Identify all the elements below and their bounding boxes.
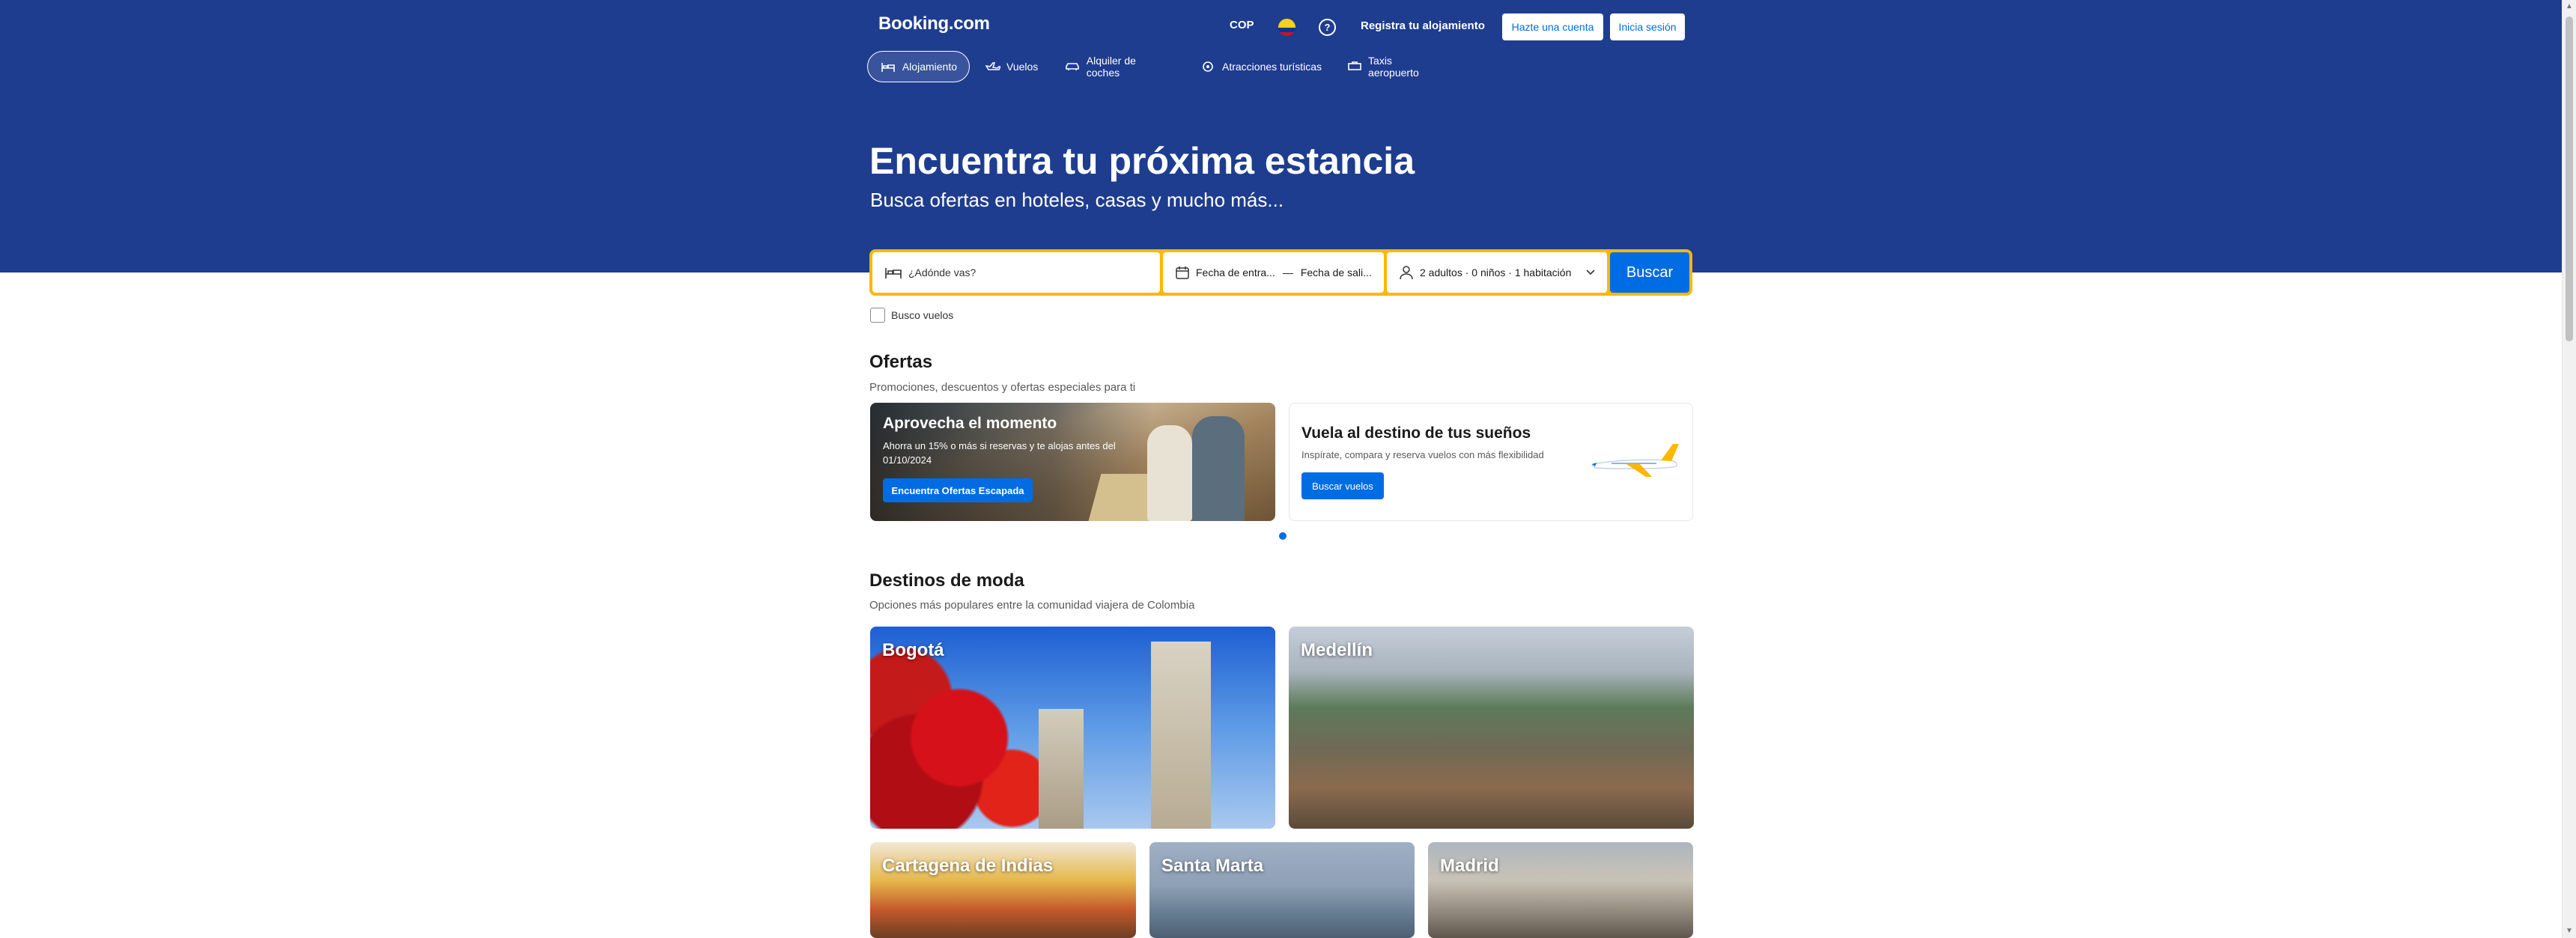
person-image [1192, 416, 1245, 521]
taxi-icon [1346, 60, 1362, 73]
tab-label: Alquiler de coches [1086, 55, 1136, 79]
help-icon[interactable]: ? [1319, 19, 1336, 36]
date-separator: — [1282, 267, 1293, 278]
page-scrollbar[interactable]: ▲ ▼ [2562, 0, 2576, 938]
search-flights-button[interactable]: Buscar vuelos [1301, 472, 1384, 499]
scroll-down-icon[interactable]: ▼ [2563, 925, 2576, 938]
carousel-dot[interactable] [1279, 532, 1287, 540]
offer-card-flights[interactable]: Vuela al destino de tus sueños Inspírate… [1289, 403, 1693, 521]
destination-name: Medellín [1301, 640, 1373, 660]
colombia-flag-icon[interactable] [1278, 19, 1295, 36]
tab-label: Alojamiento [902, 61, 957, 73]
destination-card-medellin[interactable]: Medellín [1289, 627, 1694, 829]
offer-text: Inspírate, compara y reserva vuelos con … [1301, 449, 1544, 460]
calendar-icon [1175, 265, 1190, 280]
tab-label: Vuelos [1006, 61, 1039, 73]
tab-flights[interactable]: Vuelos [973, 51, 1048, 82]
checkin-date[interactable]: Fecha de entra... [1196, 267, 1275, 278]
trending-title: Destinos de moda [869, 570, 1024, 591]
guests-summary: 2 adultos · 0 niños · 1 habitación [1420, 267, 1572, 278]
flights-checkbox[interactable]: Busco vuelos [870, 308, 953, 323]
trending-subtitle: Opciones más populares entre la comunida… [869, 599, 1195, 612]
find-getaway-deals-button[interactable]: Encuentra Ofertas Escapada [883, 478, 1033, 502]
checkbox-box[interactable] [870, 308, 885, 323]
dates-field[interactable]: Fecha de entra... — Fecha de sali... [1163, 252, 1384, 293]
plane-icon [985, 60, 1000, 73]
flights-checkbox-label: Busco vuelos [891, 309, 954, 321]
tab-airport-taxis[interactable]: Taxis aeropuerto [1334, 51, 1454, 82]
offer-text: Ahorra un 15% o más si reservas y te alo… [883, 440, 1116, 466]
destination-card-bogota[interactable]: Bogotá [870, 627, 1275, 829]
tab-label: Taxis aeropuerto [1368, 55, 1419, 79]
person-image [1147, 425, 1192, 521]
search-bar: ¿Adónde vas? Fecha de entra... — Fecha d… [869, 249, 1692, 296]
tab-label: Atracciones turísticas [1222, 61, 1322, 73]
church-image [1039, 709, 1084, 829]
airplane-illustration-icon [1591, 444, 1679, 477]
chevron-down-icon [1586, 269, 1595, 275]
offer-title: Vuela al destino de tus sueños [1301, 424, 1531, 442]
car-icon [1064, 60, 1081, 73]
tab-attractions[interactable]: Atracciones turísticas [1188, 51, 1337, 82]
person-icon [1399, 265, 1414, 280]
destination-field[interactable]: ¿Adónde vas? [872, 252, 1160, 293]
bed-icon [880, 60, 896, 73]
destination-card-santa-marta[interactable]: Santa Marta [1149, 842, 1415, 938]
guests-field[interactable]: 2 adultos · 0 niños · 1 habitación [1387, 252, 1607, 293]
tab-accommodation[interactable]: Alojamiento [867, 51, 970, 82]
scroll-up-icon[interactable]: ▲ [2563, 0, 2576, 13]
search-button[interactable]: Buscar [1610, 252, 1689, 293]
destination-name: Bogotá [882, 640, 944, 660]
destination-card-madrid[interactable]: Madrid [1428, 842, 1693, 938]
destination-name: Santa Marta [1161, 856, 1264, 876]
booking-logo[interactable]: Booking.com [878, 13, 990, 34]
scrollbar-thumb[interactable] [2566, 16, 2573, 341]
currency-selector[interactable]: COP [1230, 19, 1254, 31]
tab-car-rental[interactable]: Alquiler de coches [1052, 51, 1183, 82]
offers-subtitle: Promociones, descuentos y ofertas especi… [869, 381, 1136, 394]
offer-card-getaway[interactable]: Aprovecha el momento Ahorra un 15% o más… [870, 403, 1275, 521]
bed-icon [884, 265, 902, 280]
destination-card-cartagena[interactable]: Cartagena de Indias [870, 842, 1136, 938]
offers-title: Ofertas [869, 352, 933, 372]
signin-button[interactable]: Inicia sesión [1610, 13, 1685, 40]
offer-title: Aprovecha el momento [883, 415, 1057, 432]
page-subtitle: Busca ofertas en hoteles, casas y mucho … [870, 189, 1284, 211]
page-title: Encuentra tu próxima estancia [869, 140, 1415, 182]
destination-name: Cartagena de Indias [882, 856, 1054, 876]
register-property-link[interactable]: Registra tu alojamiento [1361, 19, 1485, 32]
checkout-date[interactable]: Fecha de sali... [1301, 267, 1372, 278]
signup-button[interactable]: Hazte una cuenta [1502, 13, 1603, 40]
destination-placeholder: ¿Adónde vas? [908, 267, 976, 278]
hero-banner [0, 0, 2563, 272]
cathedral-image [1151, 642, 1211, 829]
attractions-icon [1200, 60, 1216, 73]
destination-name: Madrid [1440, 856, 1499, 876]
